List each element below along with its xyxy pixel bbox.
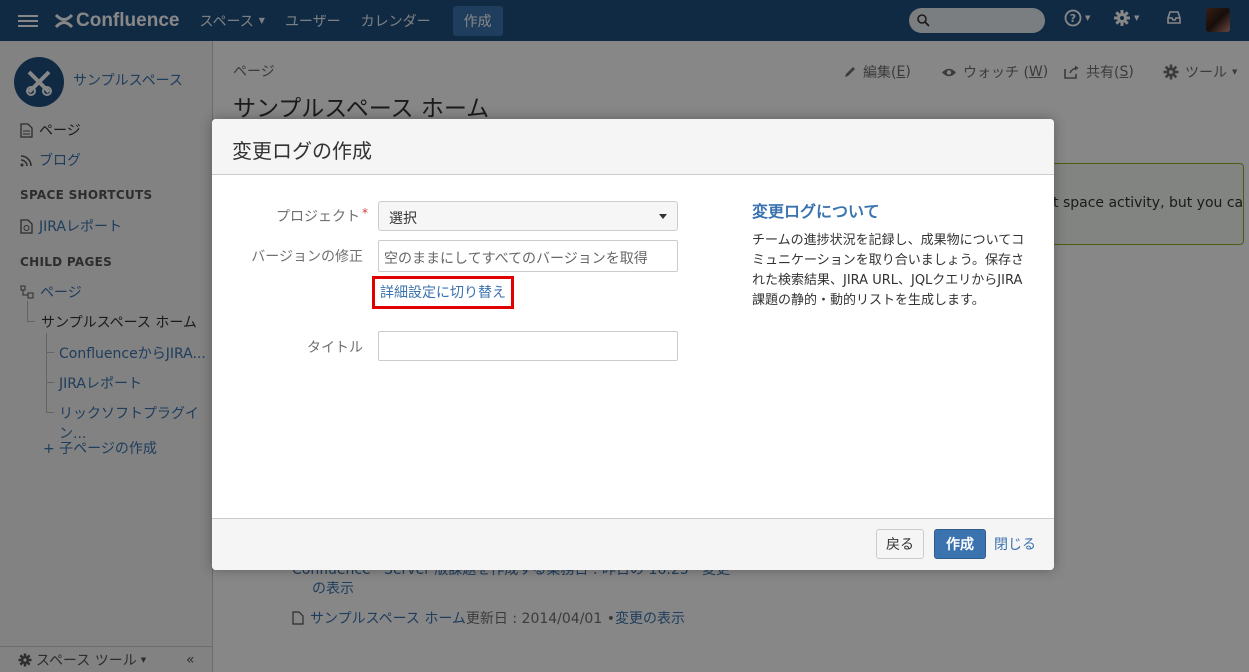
project-label-text: プロジェクト xyxy=(276,209,360,225)
create-submit-button[interactable]: 作成 xyxy=(934,529,986,559)
chevron-down-icon xyxy=(659,214,667,219)
title-input[interactable] xyxy=(378,331,678,361)
about-changelog-heading: 変更ログについて xyxy=(752,202,880,221)
dialog-title: 変更ログの作成 xyxy=(212,119,1054,175)
close-link[interactable]: 閉じる xyxy=(994,529,1036,559)
switch-to-advanced-link[interactable]: 詳細設定に切り替え xyxy=(372,276,514,309)
dialog-footer: 戻る 作成 閉じる xyxy=(212,518,1054,570)
project-select[interactable]: 選択 xyxy=(378,201,678,231)
version-input[interactable]: 空のままにしてすべてのバージョンを取得 xyxy=(378,240,678,272)
required-mark: * xyxy=(362,206,368,220)
project-label: プロジェクト * xyxy=(252,206,368,226)
title-label: タイトル xyxy=(307,340,363,356)
project-select-value: 選択 xyxy=(389,211,417,227)
about-changelog-text: チームの進捗状況を記録し、成果物についてコミュニケーションを取り合いましょう。保… xyxy=(752,233,1025,308)
changelog-dialog: 変更ログの作成 プロジェクト * 選択 バージョンの修正 空のままにしてすべてのバ… xyxy=(212,119,1054,570)
version-label: バージョンの修正 xyxy=(251,249,363,265)
back-button[interactable]: 戻る xyxy=(876,529,924,559)
